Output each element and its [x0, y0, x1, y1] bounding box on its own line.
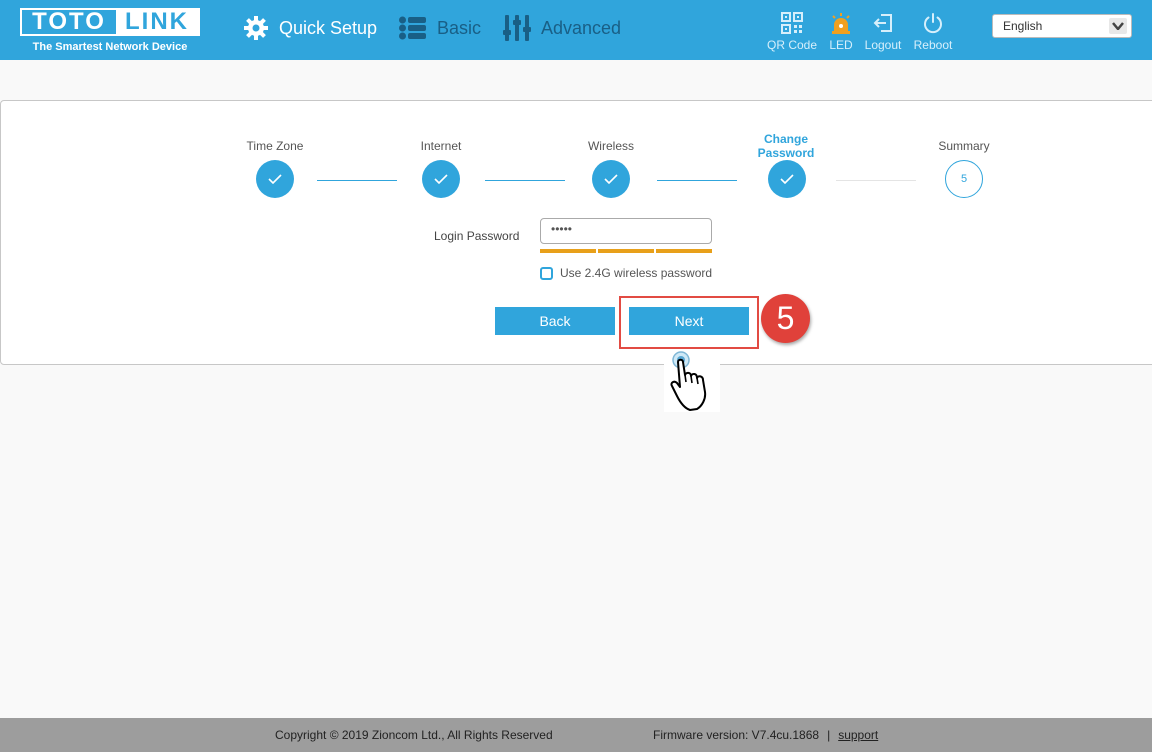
step-change-password	[768, 160, 806, 198]
nav-quick-setup-label: Quick Setup	[279, 17, 378, 38]
qr-code-label: QR Code	[766, 38, 818, 52]
step-summary-number: 5	[960, 173, 968, 185]
language-select[interactable]: English	[992, 14, 1132, 38]
use-wireless-password-checkbox[interactable]	[540, 266, 553, 280]
step-summary: 5	[945, 160, 983, 198]
step-label-change-password-line2: Password	[757, 146, 815, 160]
led-label: LED	[829, 38, 853, 52]
firmware-info: Firmware version: V7.4cu.1868 | support	[653, 728, 878, 742]
nav-quick-setup[interactable]: Quick Setup	[243, 13, 377, 43]
logout-label: Logout	[864, 38, 902, 52]
pointing-hand-icon	[664, 350, 720, 412]
logo-box: TOTO LINK	[20, 8, 200, 36]
back-button[interactable]: Back	[495, 307, 615, 335]
footer: Copyright © 2019 Zioncom Ltd., All Right…	[0, 718, 1152, 752]
totolink-logo: TOTO LINK The Smartest Network Device	[20, 8, 200, 54]
check-icon	[434, 174, 448, 184]
password-strength-meter	[540, 249, 714, 253]
logout-button[interactable]: Logout	[862, 12, 904, 52]
nav-advanced-label: Advanced	[541, 17, 622, 38]
sliders-icon	[503, 15, 531, 41]
footer-separator: |	[827, 728, 831, 742]
reboot-button[interactable]: Reboot	[911, 12, 955, 52]
step-label-internet: Internet	[420, 139, 462, 153]
step-wireless	[592, 160, 630, 198]
logout-icon	[873, 14, 892, 32]
step-connector	[836, 180, 916, 181]
support-link[interactable]: support	[838, 728, 878, 742]
reboot-label: Reboot	[913, 38, 953, 52]
login-password-input[interactable]: •••••	[540, 218, 712, 244]
step-label-change-password: Change Password	[731, 132, 841, 160]
top-bar: TOTO LINK The Smartest Network Device Qu…	[0, 0, 1152, 60]
strength-segment	[656, 249, 712, 253]
step-internet	[422, 160, 460, 198]
step-time-zone	[256, 160, 294, 198]
step-label-wireless: Wireless	[587, 139, 634, 153]
language-value: English	[1003, 19, 1043, 33]
chevron-down-icon	[1109, 18, 1127, 34]
logo-tagline: The Smartest Network Device	[32, 41, 188, 53]
firmware-version: Firmware version: V7.4cu.1868	[653, 728, 820, 742]
logo-text-link: LINK	[116, 8, 198, 35]
step-label-summary: Summary	[938, 139, 990, 153]
power-icon	[924, 13, 942, 34]
led-icon	[832, 13, 850, 34]
qr-code-icon	[781, 12, 803, 34]
list-icon	[399, 16, 426, 40]
check-icon	[268, 174, 282, 184]
quick-setup-panel: Time Zone Internet Wireless Change Passw…	[0, 100, 1152, 365]
step-connector	[485, 180, 565, 181]
strength-segment	[598, 249, 654, 253]
check-icon	[780, 174, 794, 184]
gear-icon	[244, 16, 268, 40]
use-wireless-password-label: Use 2.4G wireless password	[560, 266, 713, 280]
step-connector	[317, 180, 397, 181]
nav-basic-label: Basic	[437, 17, 482, 38]
nav-basic[interactable]: Basic	[399, 13, 481, 43]
strength-segment	[540, 249, 596, 253]
check-icon	[604, 174, 618, 184]
step-label-change-password-line1: Change	[763, 132, 808, 146]
logo-text-toto: TOTO	[32, 8, 106, 35]
qr-code-button[interactable]: QR Code	[766, 12, 818, 52]
led-button[interactable]: LED	[826, 12, 856, 52]
copyright-text: Copyright © 2019 Zioncom Ltd., All Right…	[275, 728, 553, 742]
login-password-label: Login Password	[434, 229, 520, 243]
step-annotation-badge: 5	[761, 294, 810, 343]
next-button-highlight	[619, 296, 759, 349]
step-connector	[657, 180, 737, 181]
step-label-time-zone: Time Zone	[246, 139, 304, 153]
nav-advanced[interactable]: Advanced	[503, 13, 621, 43]
use-wireless-password-option[interactable]: Use 2.4G wireless password	[540, 266, 712, 280]
